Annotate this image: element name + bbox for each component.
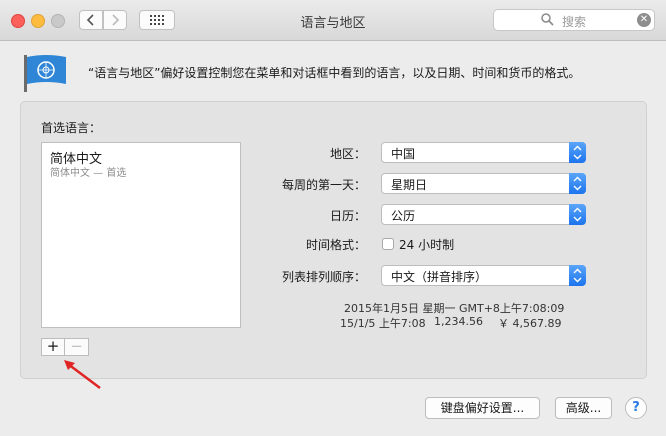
stepper-icon [569, 173, 586, 194]
sample-currency: ￥ 4,567.89 [498, 317, 562, 330]
language-list[interactable]: 简体中文 简体中文 — 首选 [41, 142, 241, 328]
first-day-select[interactable]: 星期日 [381, 173, 586, 194]
advanced-button[interactable]: 高级... [555, 397, 612, 419]
stepper-icon [569, 142, 586, 163]
calendar-label: 日历： [329, 209, 366, 223]
red-arrow-icon [64, 360, 101, 389]
first-day-label: 每周的第一天： [281, 178, 366, 192]
24-hour-checkbox[interactable] [382, 238, 394, 250]
sample-date-short: 15/1/5 上午7:08 [340, 317, 426, 330]
un-flag-icon [24, 55, 66, 92]
search-placeholder: 搜索 [562, 15, 587, 29]
search-field[interactable]: 搜索 ✕ [493, 9, 655, 31]
region-value: 中国 [391, 147, 416, 161]
sort-order-value: 中文（拼音排序） [391, 270, 488, 284]
calendar-select[interactable]: 公历 [381, 204, 586, 225]
time-format-label: 时间格式： [305, 238, 366, 252]
help-button[interactable]: ? [625, 397, 647, 419]
24-hour-label[interactable]: 24 小时制 [399, 236, 454, 253]
title-bar: 语言与地区 搜索 ✕ [0, 0, 666, 41]
sort-order-select[interactable]: 中文（拼音排序） [381, 265, 586, 286]
language-subtitle: 简体中文 — 首选 [50, 168, 127, 179]
add-language-button[interactable]: + [41, 338, 65, 356]
region-label: 地区： [329, 147, 366, 161]
clear-search-icon[interactable]: ✕ [637, 13, 651, 27]
stepper-icon [569, 204, 586, 225]
calendar-value: 公历 [391, 209, 416, 223]
remove-language-button[interactable]: − [65, 338, 89, 356]
preferred-languages-label: 首选语言： [41, 121, 102, 135]
keyboard-preferences-button[interactable]: 键盘偏好设置... [425, 397, 540, 419]
sample-number: 1,234.56 [434, 315, 483, 328]
stepper-icon [569, 265, 586, 286]
search-icon [541, 13, 554, 26]
sort-order-label: 列表排列顺序： [281, 270, 366, 284]
description-text: “语言与地区”偏好设置控制您在菜单和对话框中看到的语言，以及日期、时间和货币的格… [88, 66, 581, 80]
sample-date-long: 2015年1月5日 星期一 GMT+8上午7:08:09 [344, 302, 565, 315]
first-day-value: 星期日 [391, 178, 428, 192]
region-select[interactable]: 中国 [381, 142, 586, 163]
